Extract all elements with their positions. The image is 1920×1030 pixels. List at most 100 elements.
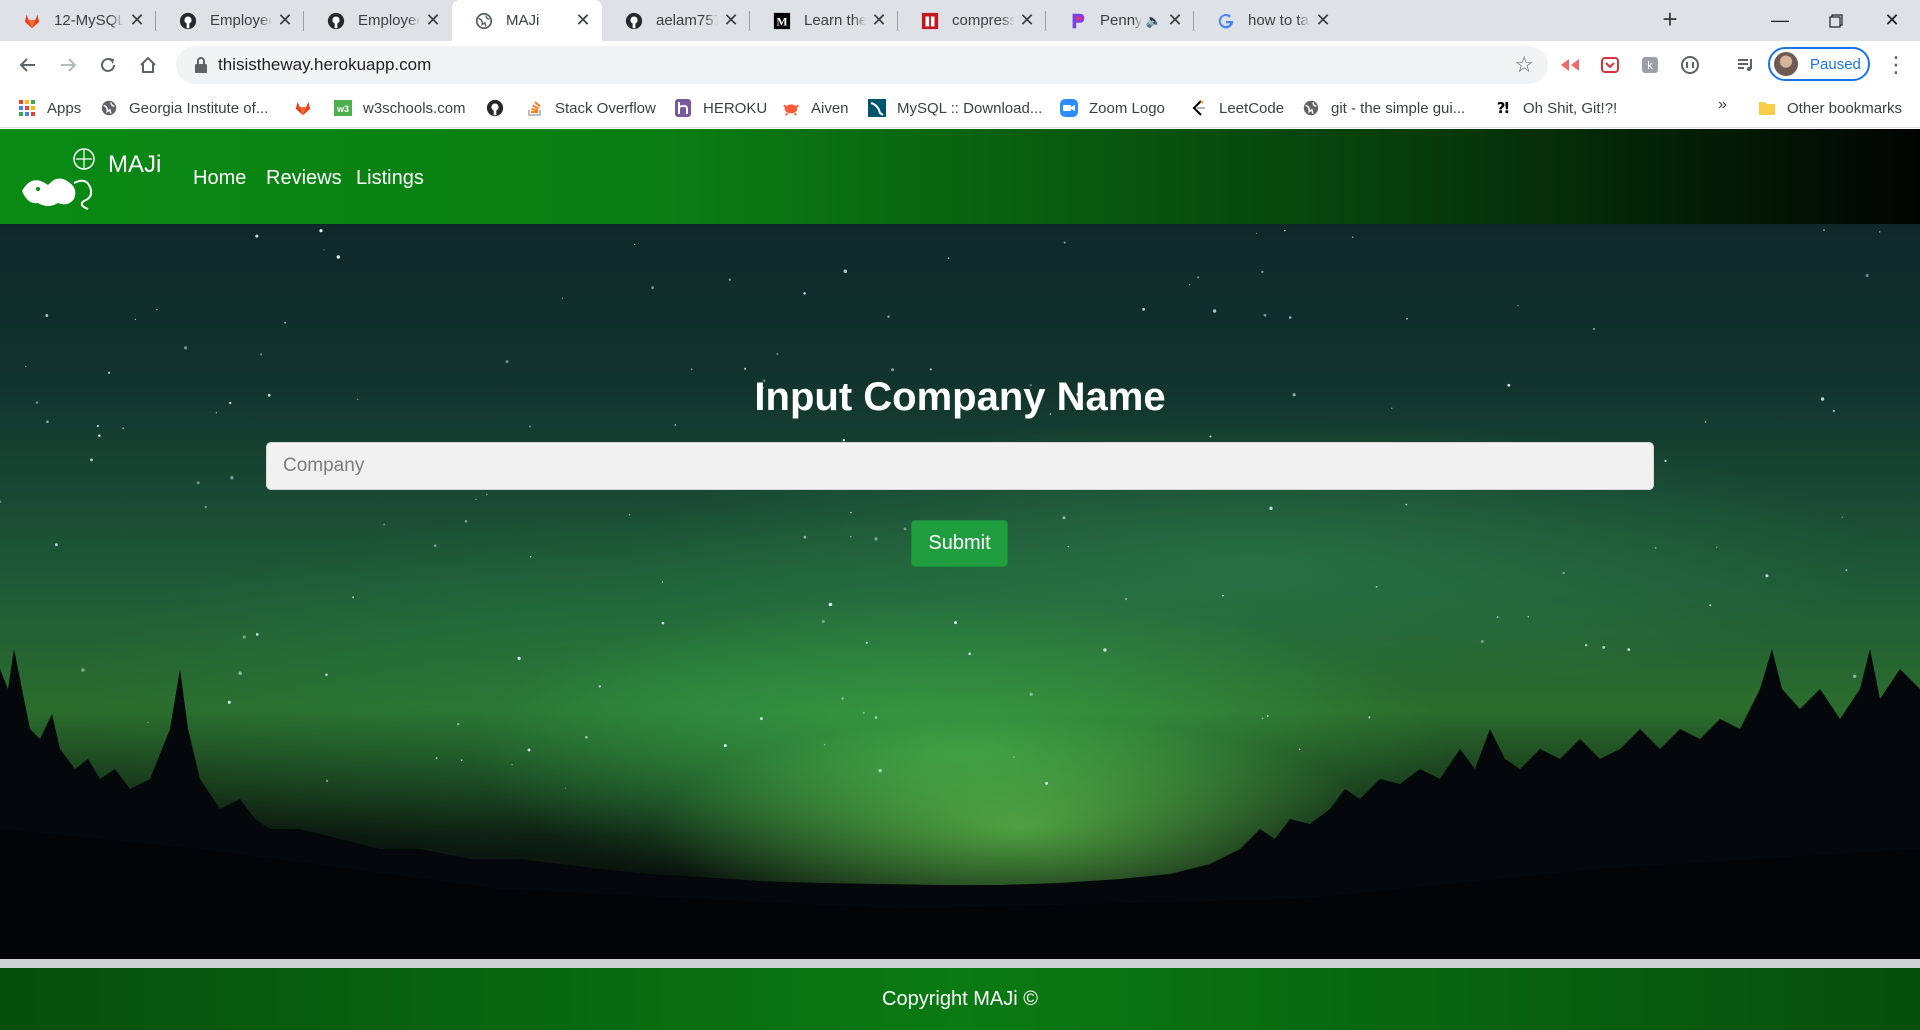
bookmark-label: Apps <box>47 99 82 117</box>
aiven-icon <box>782 99 800 117</box>
tab-maji-active[interactable]: MAJi ✕ <box>452 0 602 41</box>
github-icon <box>624 11 644 31</box>
restore-icon[interactable] <box>1808 0 1864 41</box>
window-close-icon[interactable]: ✕ <box>1864 0 1920 41</box>
zoom-icon <box>1060 99 1078 117</box>
bookmark-label: Zoom Logo <box>1089 99 1165 117</box>
lock-icon[interactable] <box>192 56 210 74</box>
nav-listings[interactable]: Listings <box>356 167 424 190</box>
bookmark-leetcode[interactable]: LeetCode <box>1190 96 1284 120</box>
brand-link[interactable]: MAJi <box>108 151 161 179</box>
medium-icon: M <box>772 11 792 31</box>
tab-employeetracker-2[interactable]: EmployeeTrack ✕ <box>304 0 452 41</box>
media-queue-icon[interactable] <box>1734 53 1758 77</box>
bookmark-heroku[interactable]: HEROKU <box>674 96 767 120</box>
bookmark-label: LeetCode <box>1219 99 1285 117</box>
bookmark-label: HEROKU <box>703 99 768 117</box>
globe-icon <box>474 11 494 31</box>
web-page: MAJi Home Reviews Listings Input Company… <box>0 129 1920 1030</box>
tab-aelam757[interactable]: aelam757/Proj ✕ <box>602 0 750 41</box>
bookmark-label: Oh Shit, Git!?! <box>1523 99 1618 117</box>
tab-title: aelam757/Proj <box>656 12 718 29</box>
forward-arrow-icon[interactable] <box>54 51 82 79</box>
close-icon[interactable]: ✕ <box>128 10 146 31</box>
tab-compression[interactable]: compression - ✕ <box>898 0 1046 41</box>
tab-title: how to take a s <box>1248 12 1310 29</box>
profile-button[interactable]: Paused <box>1768 47 1870 81</box>
minimize-icon[interactable]: — <box>1752 0 1808 41</box>
tab-title: 12-MySQL/02- <box>54 12 124 29</box>
svg-text:w3: w3 <box>336 104 349 114</box>
bookmark-label: Other bookmarks <box>1787 99 1903 117</box>
svg-text:k: k <box>1647 60 1653 72</box>
close-icon[interactable]: ✕ <box>1018 10 1036 31</box>
bookmark-label: Georgia Institute of... <box>129 99 269 117</box>
close-icon[interactable]: ✕ <box>1314 10 1332 31</box>
profile-status: Paused <box>1810 55 1861 73</box>
pocket-icon[interactable] <box>1598 53 1622 77</box>
tab-title: EmployeeTrack <box>210 12 272 29</box>
home-icon[interactable] <box>134 51 162 79</box>
url-text: thisistheway.herokuapp.com <box>218 55 432 74</box>
gitlab-icon <box>294 99 312 117</box>
bookmark-stackoverflow[interactable]: Stack Overflow <box>526 96 656 120</box>
browser-toolbar: thisistheway.herokuapp.com ☆ k Paused ⋮ <box>0 41 1920 88</box>
bookmark-label: Stack Overflow <box>555 99 656 117</box>
close-icon[interactable]: ✕ <box>574 10 592 31</box>
tab-google-search[interactable]: how to take a s ✕ <box>1194 0 1342 41</box>
nav-reviews[interactable]: Reviews <box>266 167 342 190</box>
folder-icon <box>1758 99 1776 117</box>
bookmark-apps[interactable]: Apps <box>18 96 81 120</box>
address-bar[interactable]: thisistheway.herokuapp.com ☆ <box>176 46 1548 84</box>
tab-employeetracker-1[interactable]: EmployeeTrack ✕ <box>156 0 304 41</box>
tab-pennywise[interactable]: Pennywise 🔈 ✕ <box>1046 0 1194 41</box>
bookmark-w3schools[interactable]: w3 w3schools.com <box>334 96 466 120</box>
close-icon[interactable]: ✕ <box>870 10 888 31</box>
tab-mysql[interactable]: 12-MySQL/02- ✕ <box>0 0 156 41</box>
company-input[interactable] <box>266 442 1654 490</box>
other-bookmarks[interactable]: Other bookmarks <box>1758 96 1902 120</box>
more-menu-icon[interactable]: ⋮ <box>1882 51 1910 79</box>
dragon-logo-icon[interactable] <box>18 143 104 213</box>
bookmarks-bar: Apps Georgia Institute of... w3 w3school… <box>0 88 1920 128</box>
copyright-text: Copyright MAJi © <box>882 988 1038 1010</box>
submit-button[interactable]: Submit <box>911 520 1008 567</box>
back-arrow-icon[interactable] <box>14 51 42 79</box>
extension-red-icon[interactable] <box>1558 53 1582 77</box>
extension-circle-icon[interactable] <box>1678 53 1702 77</box>
heroku-icon <box>674 99 692 117</box>
svg-text:M: M <box>776 15 787 28</box>
tab-title: Learn the MER <box>804 12 866 29</box>
extension-gray-icon[interactable]: k <box>1638 53 1662 77</box>
close-icon[interactable]: ✕ <box>276 10 294 31</box>
bookmark-github[interactable] <box>486 96 504 120</box>
pennywise-icon <box>1068 11 1088 31</box>
bookmark-ohshitgit[interactable]: ⁈ Oh Shit, Git!?! <box>1494 96 1617 120</box>
nav-home[interactable]: Home <box>193 167 246 190</box>
github-icon <box>326 11 346 31</box>
bookmark-georgia-tech[interactable]: Georgia Institute of... <box>100 96 268 120</box>
tab-learn-mern[interactable]: M Learn the MER ✕ <box>750 0 898 41</box>
github-icon <box>178 11 198 31</box>
reload-icon[interactable] <box>94 51 122 79</box>
red-square-icon <box>920 11 940 31</box>
close-icon[interactable]: ✕ <box>1166 10 1184 31</box>
bookmark-mysql[interactable]: MySQL :: Download... <box>868 96 1042 120</box>
bookmarks-overflow-button[interactable]: » <box>1718 96 1727 114</box>
avatar <box>1774 52 1798 76</box>
new-tab-button[interactable]: + <box>1656 6 1684 34</box>
bookmark-aiven[interactable]: Aiven <box>782 96 849 120</box>
page-title: Input Company Name <box>754 375 1166 419</box>
close-icon[interactable]: ✕ <box>722 10 740 31</box>
close-icon[interactable]: ✕ <box>424 10 442 31</box>
bookmark-git-guide[interactable]: git - the simple gui... <box>1302 96 1465 120</box>
bookmark-star-icon[interactable]: ☆ <box>1514 52 1534 78</box>
footer-divider <box>0 959 1920 968</box>
stackoverflow-icon <box>526 99 544 117</box>
leetcode-icon <box>1190 99 1208 117</box>
bookmark-gitlab[interactable] <box>294 96 312 120</box>
bookmark-zoom[interactable]: Zoom Logo <box>1060 96 1165 120</box>
tab-title: compression - <box>952 12 1014 29</box>
tab-title: Pennywise <box>1100 12 1142 29</box>
speaker-icon[interactable]: 🔈 <box>1146 13 1162 29</box>
